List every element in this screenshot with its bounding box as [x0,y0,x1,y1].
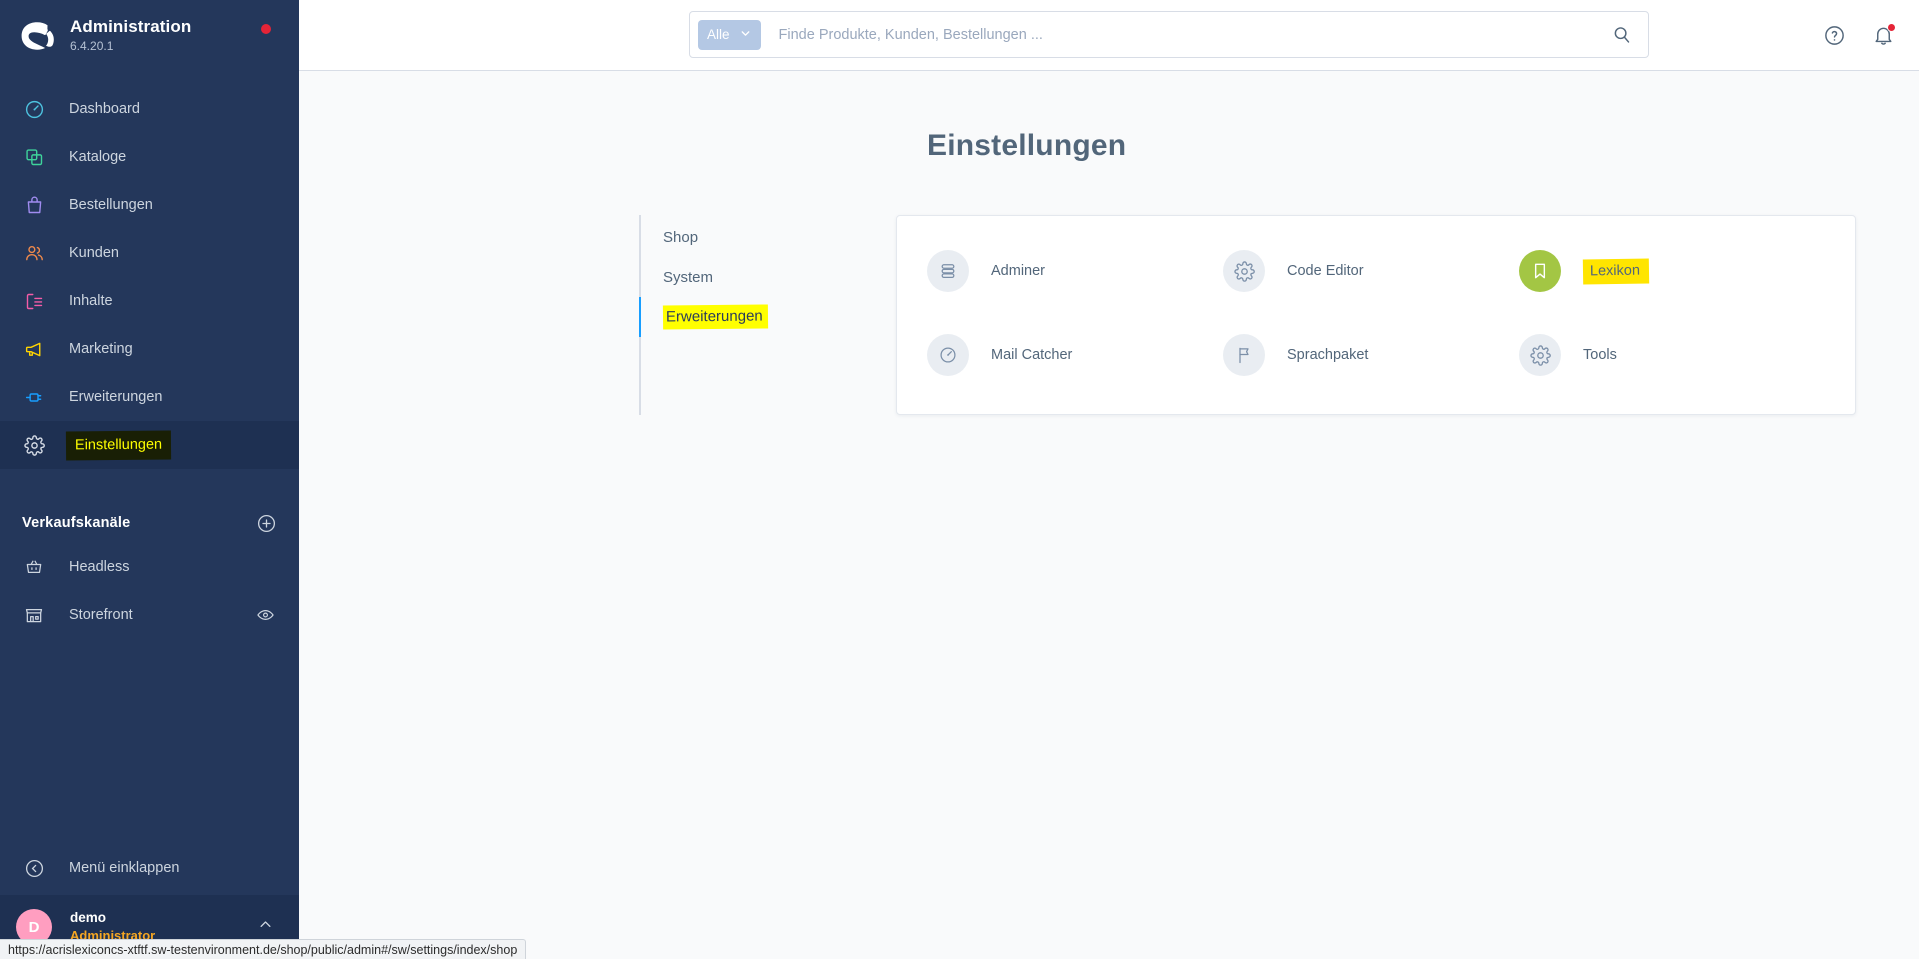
database-stack-icon [927,250,969,292]
sidebar-item-bestellungen[interactable]: Bestellungen [0,181,299,229]
bell-icon[interactable] [1872,23,1896,47]
sidebar-item-label: Dashboard [69,101,140,117]
sidebar-item-inhalte[interactable]: Inhalte [0,277,299,325]
tab-erweiterungen[interactable]: Erweiterungen [639,297,889,337]
sidebar: Administration 6.4.20.1 Dashboard Katalo… [0,0,299,959]
extension-item-code-editor[interactable]: Code Editor [1223,250,1519,292]
customers-users-icon [22,241,46,265]
sales-channels-navigation: Headless Storefront [0,543,299,639]
catalog-copy-icon [22,145,46,169]
collapse-menu-button[interactable]: Menü einklappen [0,841,299,895]
dashboard-gauge-icon [22,97,46,121]
sidebar-item-einstellungen[interactable]: Einstellungen [0,421,299,469]
topbar-actions [1823,0,1896,71]
extension-item-lexikon[interactable]: Lexikon [1519,250,1815,292]
search-icon[interactable] [1607,20,1636,49]
gear-icon [1223,250,1265,292]
primary-navigation: Dashboard Kataloge Bestellungen Kunden I… [0,85,299,469]
sidebar-item-storefront[interactable]: Storefront [0,591,299,639]
collapse-chevron-left-icon [22,856,46,880]
gauge-icon [927,334,969,376]
extension-label: Code Editor [1287,263,1364,279]
sidebar-item-label: Headless [69,559,130,575]
sidebar-item-label: Marketing [69,341,133,357]
update-indicator-dot [261,24,271,34]
orders-bag-icon [22,193,46,217]
tab-label: Shop [663,228,699,246]
sidebar-item-label: Storefront [69,607,133,623]
extension-label: Sprachpaket [1287,347,1369,363]
extension-item-adminer[interactable]: Adminer [927,250,1223,292]
tab-system[interactable]: System [641,257,889,297]
sidebar-item-label: Erweiterungen [69,389,163,405]
marketing-megaphone-icon [22,337,46,361]
flag-icon [1223,334,1265,376]
global-search-bar: Alle [689,11,1649,58]
settings-tab-list: Shop System Erweiterungen [639,215,889,415]
sidebar-item-label: Bestellungen [69,197,153,213]
user-name: demo [70,910,107,925]
brand-text: Administration 6.4.20.1 [70,17,191,54]
tab-shop[interactable]: Shop [641,217,889,257]
bookmark-icon [1519,250,1561,292]
eye-icon[interactable] [256,606,275,625]
storefront-shop-icon [22,603,46,627]
extension-item-tools[interactable]: Tools [1519,334,1815,376]
settings-gear-icon [22,433,46,457]
sidebar-header: Administration 6.4.20.1 [0,0,299,71]
tab-label: System [663,268,714,286]
sidebar-item-headless[interactable]: Headless [0,543,299,591]
main-area: Alle Finde Produkte, Kunden, Bestellunge… [299,0,1919,959]
search-scope-dropdown[interactable]: Alle [698,19,761,50]
plus-circle-icon[interactable] [256,513,277,534]
sidebar-item-dashboard[interactable]: Dashboard [0,85,299,133]
extensions-plug-icon [22,385,46,409]
topbar: Alle [299,0,1919,71]
settings-layout: Shop System Erweiterungen Adminer Code E… [639,215,1919,415]
sales-channels-title: Verkaufskanäle [22,515,131,531]
tab-label: Erweiterungen [662,304,768,330]
page-title: Einstellungen [927,129,1127,162]
gear-icon [1519,334,1561,376]
application-window: Administration 6.4.20.1 Dashboard Katalo… [0,0,1919,959]
sidebar-item-kunden[interactable]: Kunden [0,229,299,277]
extension-label: Tools [1583,347,1617,363]
help-circle-icon[interactable] [1823,24,1846,47]
search-scope-label: Alle [707,27,730,42]
headless-basket-icon [22,555,46,579]
chevron-up-icon[interactable] [258,917,273,937]
app-title: Administration [70,17,192,36]
extensions-grid: Adminer Code Editor Lexikon Mail Catcher… [927,250,1815,376]
extension-label: Adminer [991,263,1045,279]
extension-item-sprachpaket[interactable]: Sprachpaket [1223,334,1519,376]
sidebar-item-kataloge[interactable]: Kataloge [0,133,299,181]
sidebar-item-label: Kunden [69,245,119,261]
sidebar-item-marketing[interactable]: Marketing [0,325,299,373]
extension-label: Mail Catcher [991,347,1073,363]
search-input[interactable] [778,26,1607,43]
extensions-card: Adminer Code Editor Lexikon Mail Catcher… [896,215,1856,415]
app-version: 6.4.20.1 [70,39,114,53]
notification-badge-dot [1887,23,1896,32]
sidebar-item-label: Einstellungen [65,430,172,460]
status-bar: https://acrislexiconcs-xtftf.sw-testenvi… [0,939,527,959]
content-area: Einstellungen Shop System Erweiterungen [299,71,1919,959]
status-bar-url: https://acrislexiconcs-xtftf.sw-testenvi… [8,942,518,957]
sidebar-item-label: Kataloge [69,149,127,165]
sales-channels-header: Verkaufskanäle [0,503,299,543]
content-document-icon [22,289,46,313]
sidebar-item-erweiterungen[interactable]: Erweiterungen [0,373,299,421]
sidebar-item-label: Inhalte [69,293,113,309]
shopware-logo-icon [16,15,58,57]
extension-label: Lexikon [1582,257,1650,285]
chevron-down-icon [739,27,752,43]
extension-item-mail-catcher[interactable]: Mail Catcher [927,334,1223,376]
collapse-menu-label: Menü einklappen [69,860,180,876]
